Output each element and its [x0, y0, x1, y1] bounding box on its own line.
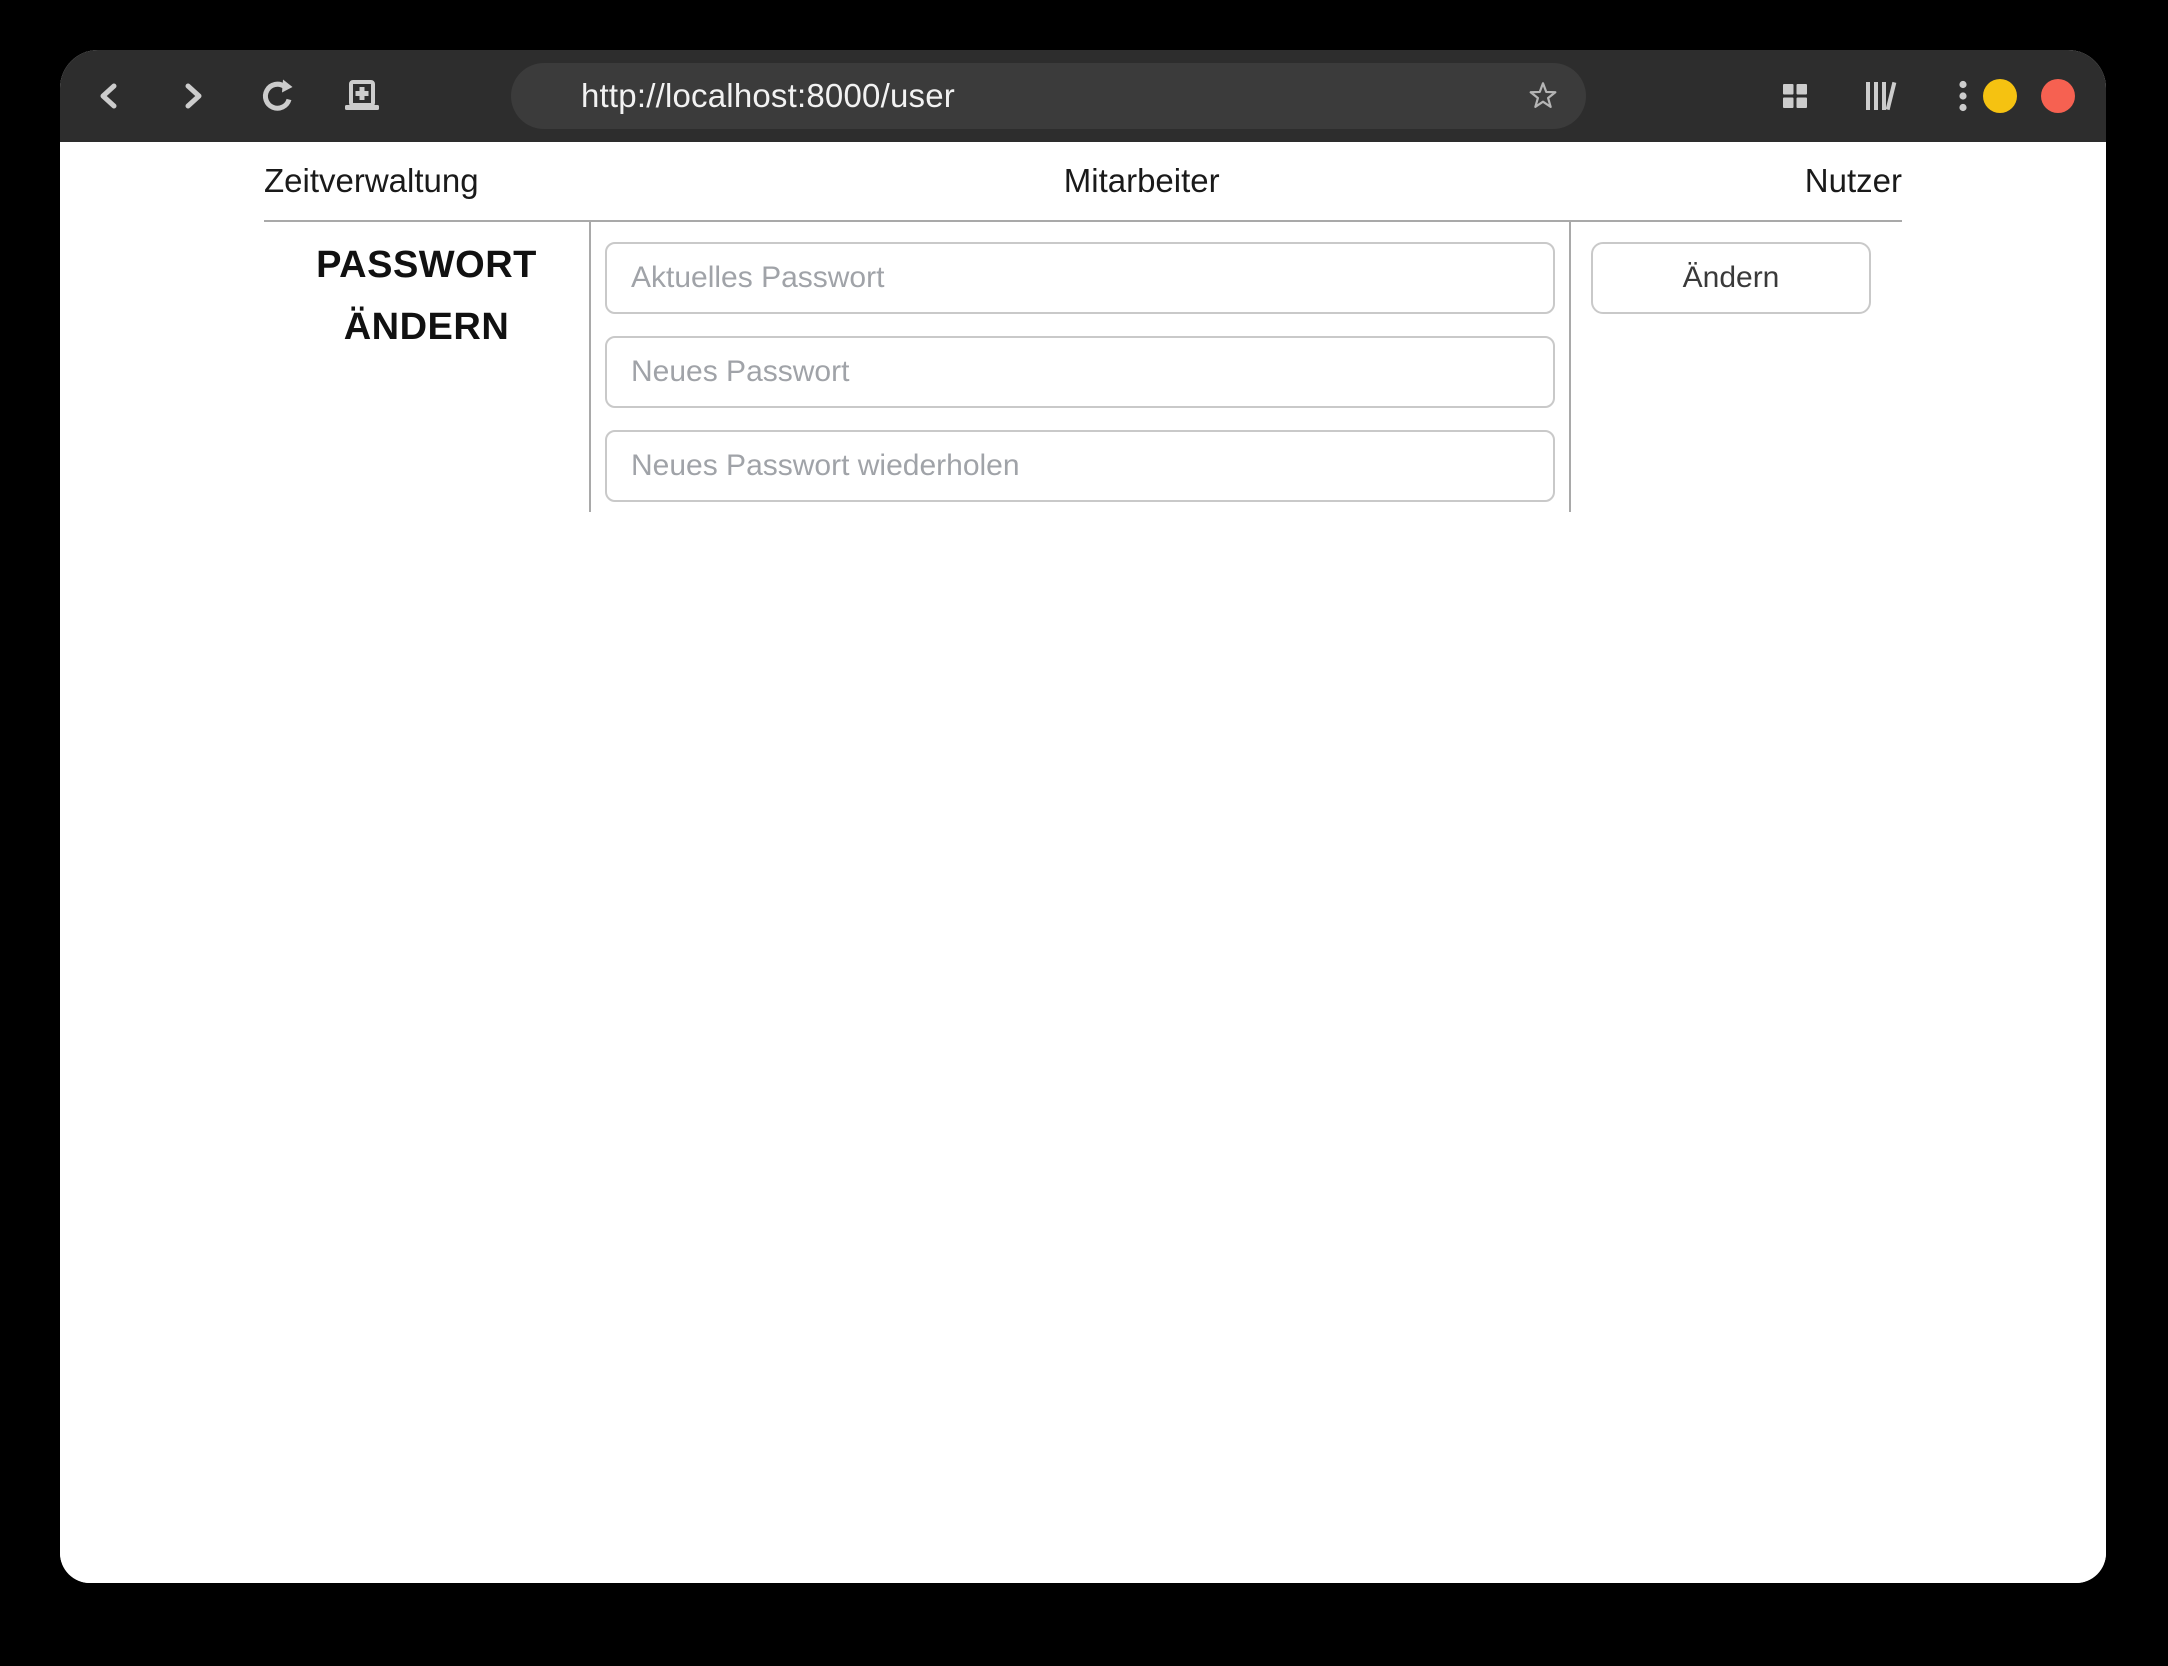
back-icon: [100, 83, 117, 109]
menu-button[interactable]: [1958, 80, 1968, 112]
main-nav: Zeitverwaltung Mitarbeiter Nutzer: [264, 142, 1902, 222]
back-button[interactable]: [96, 82, 122, 110]
library-button[interactable]: [1863, 81, 1897, 111]
form-fields-column: [589, 222, 1571, 512]
tab-overview-button[interactable]: [1782, 83, 1808, 109]
grid-icon: [1783, 84, 1807, 108]
form-heading: PASSWORT ÄNDERN: [316, 244, 537, 348]
reload-icon: [263, 79, 293, 111]
form-heading-column: PASSWORT ÄNDERN: [264, 222, 589, 512]
nav-item-mitarbeiter[interactable]: Mitarbeiter: [1064, 162, 1220, 200]
password-change-section: PASSWORT ÄNDERN Ändern: [264, 222, 1902, 512]
library-icon: [1866, 81, 1897, 111]
new-tab-button[interactable]: [343, 79, 381, 113]
forward-icon: [185, 83, 202, 109]
browser-toolbar: http://localhost:8000/user: [60, 50, 2106, 142]
repeat-password-input[interactable]: [605, 430, 1555, 502]
minimize-button[interactable]: [1983, 79, 2017, 113]
browser-window: http://localhost:8000/user Zeitverwaltun…: [60, 50, 2106, 1583]
nav-item-nutzer[interactable]: Nutzer: [1805, 162, 1902, 200]
reload-button[interactable]: [259, 78, 295, 114]
current-password-input[interactable]: [605, 242, 1555, 314]
star-icon: [1529, 82, 1557, 108]
forward-button[interactable]: [180, 82, 206, 110]
page-content: Zeitverwaltung Mitarbeiter Nutzer PASSWO…: [60, 142, 2106, 1583]
url-bar[interactable]: http://localhost:8000/user: [511, 63, 1586, 129]
form-action-column: Ändern: [1571, 222, 1902, 512]
new-tab-icon: [345, 80, 379, 110]
bookmark-button[interactable]: [1526, 79, 1560, 113]
new-password-input[interactable]: [605, 336, 1555, 408]
change-password-button[interactable]: Ändern: [1591, 242, 1871, 314]
url-text[interactable]: http://localhost:8000/user: [581, 77, 1586, 115]
close-button[interactable]: [2041, 79, 2075, 113]
nav-item-zeitverwaltung[interactable]: Zeitverwaltung: [264, 162, 479, 200]
kebab-menu-icon: [1959, 80, 1967, 112]
